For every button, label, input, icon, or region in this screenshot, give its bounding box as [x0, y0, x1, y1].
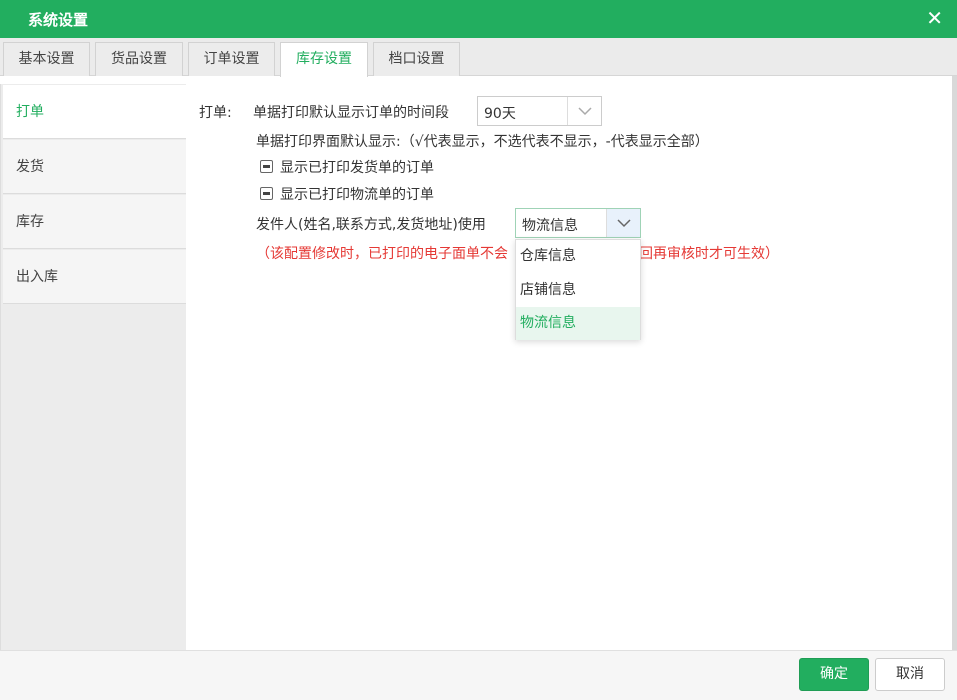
period-select-value: 90天: [484, 106, 516, 122]
chevron-down-icon: [606, 209, 640, 237]
section-label-print: 打单:: [199, 105, 232, 121]
sender-info-select-value: 物流信息: [522, 218, 578, 234]
sidebar-item-print[interactable]: 打单: [3, 85, 187, 139]
sender-info-select[interactable]: 物流信息: [515, 208, 641, 238]
period-select[interactable]: 90天: [477, 96, 602, 126]
dropdown-option-store[interactable]: 店铺信息: [516, 274, 640, 307]
sidebar-item-inventory[interactable]: 库存: [3, 195, 187, 249]
sidebar-item-stock-in-out[interactable]: 出入库: [3, 250, 187, 304]
printed-logistics-label: 显示已打印物流单的订单: [280, 187, 434, 203]
tab-basic-settings[interactable]: 基本设置: [3, 42, 90, 76]
tab-goods-settings[interactable]: 货品设置: [95, 42, 183, 76]
printed-logistics-checkbox[interactable]: [260, 187, 273, 200]
dialog-titlebar: 系统设置 ✕: [0, 0, 957, 38]
warning-text-right: 返回再审核时才可生效）: [625, 246, 779, 262]
sidebar-item-shipping[interactable]: 发货: [3, 140, 187, 194]
sidebar: 打单 发货 库存 出入库: [0, 84, 187, 650]
default-display-label: 单据打印界面默认显示:（√代表显示，不选代表不显示，-代表显示全部）: [256, 134, 709, 150]
dropdown-option-warehouse[interactable]: 仓库信息: [516, 240, 640, 273]
dialog-footer: 确定 取消: [0, 650, 957, 700]
sender-info-dropdown: 仓库信息 店铺信息 物流信息: [515, 239, 641, 340]
close-icon[interactable]: ✕: [926, 6, 943, 30]
printed-delivery-label: 显示已打印发货单的订单: [280, 160, 434, 176]
default-period-label: 单据打印默认显示订单的时间段: [253, 105, 449, 121]
tab-bar: 基本设置 货品设置 订单设置 库存设置 档口设置: [0, 38, 957, 77]
dropdown-option-logistics[interactable]: 物流信息: [516, 307, 640, 340]
dialog-title: 系统设置: [28, 11, 89, 29]
sender-info-label: 发件人(姓名,联系方式,发货地址)使用: [256, 217, 486, 233]
tab-stall-settings[interactable]: 档口设置: [373, 42, 460, 76]
right-rail: [952, 76, 957, 650]
chevron-down-icon: [567, 97, 601, 125]
printed-delivery-checkbox[interactable]: [260, 160, 273, 173]
cancel-button[interactable]: 取消: [875, 658, 945, 691]
tab-inventory-settings[interactable]: 库存设置: [280, 42, 368, 77]
tab-order-settings[interactable]: 订单设置: [188, 42, 275, 76]
confirm-button[interactable]: 确定: [799, 658, 869, 691]
warning-text-left: （该配置修改时，已打印的电子面单不会: [256, 246, 508, 262]
